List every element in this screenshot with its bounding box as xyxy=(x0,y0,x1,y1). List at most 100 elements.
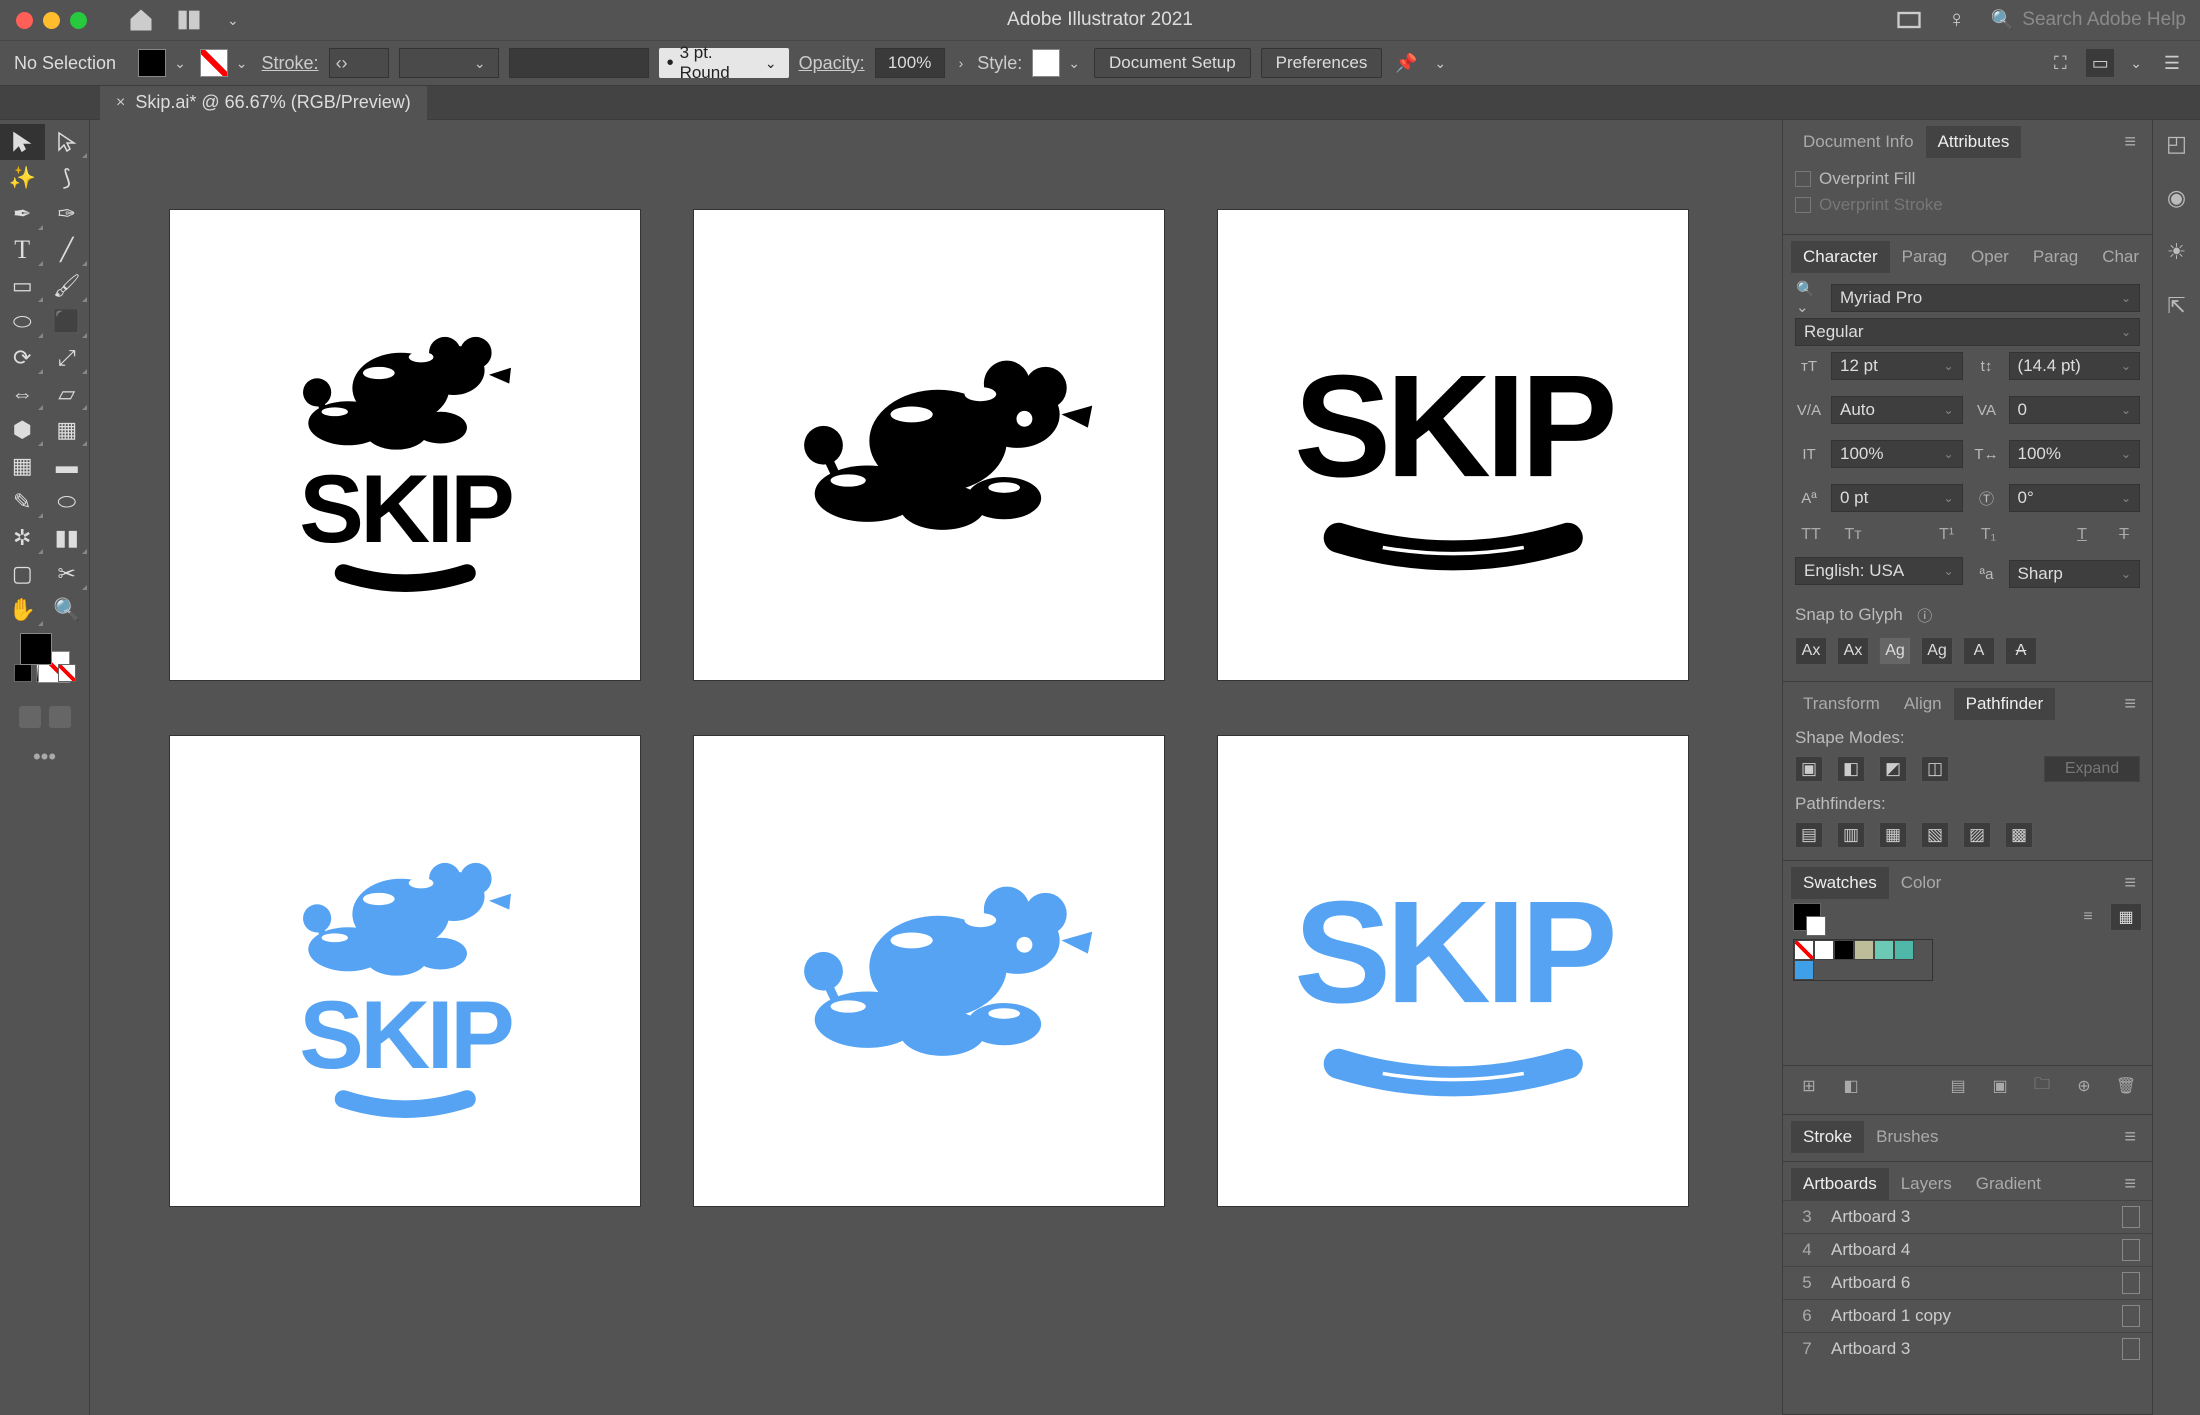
perspective-tool[interactable]: ▦ xyxy=(45,412,90,448)
scale-tool[interactable]: ⤢ xyxy=(45,340,90,376)
opacity-chevron[interactable]: › xyxy=(955,55,968,71)
snap-chev[interactable]: ⌄ xyxy=(2126,55,2146,72)
stroke-width-drop[interactable]: ⌄ xyxy=(399,48,499,78)
artboard-6[interactable]: SKIP xyxy=(1218,736,1688,1206)
cc-dock-icon[interactable]: ☀ xyxy=(2163,238,2191,266)
paintbrush-tool[interactable]: 🖌 xyxy=(45,268,90,304)
glyph-a[interactable]: A xyxy=(1963,637,1995,665)
curvature-tool[interactable]: ✑ xyxy=(45,196,90,232)
subscript-icon[interactable]: T₁ xyxy=(1973,521,2005,549)
line-tool[interactable]: ╱ xyxy=(45,232,90,268)
glyph-ax2[interactable]: Ax xyxy=(1837,637,1869,665)
pen-tool[interactable]: ✒ xyxy=(0,196,45,232)
stroke-label[interactable]: Stroke: xyxy=(262,53,319,74)
tab-charstyle[interactable]: Char xyxy=(2090,241,2151,273)
shape-builder-tool[interactable]: ⬢ xyxy=(0,412,45,448)
new-group-icon[interactable]: ▣ xyxy=(1984,1072,2016,1100)
eraser-tool[interactable]: ⬛ xyxy=(45,304,90,340)
font-family-field[interactable]: Myriad Pro⌄ xyxy=(1831,284,2140,312)
vp-drop-dark[interactable] xyxy=(509,48,649,78)
rotation-field[interactable]: 0°⌄ xyxy=(2009,484,2141,512)
tab-swatches[interactable]: Swatches xyxy=(1791,867,1889,899)
artboard-tool[interactable]: ▢ xyxy=(0,556,45,592)
smallcaps-icon[interactable]: Tᴛ xyxy=(1837,521,1869,549)
pin-icon[interactable]: 📌 xyxy=(1392,49,1420,77)
orientation-icon[interactable] xyxy=(2122,1206,2140,1228)
maximize-window[interactable] xyxy=(70,12,87,29)
artboard-3[interactable]: SKIP xyxy=(1218,210,1688,680)
slice-tool[interactable]: ✂ xyxy=(45,556,90,592)
close-tab-icon[interactable]: × xyxy=(116,94,125,112)
artboard-2[interactable] xyxy=(694,210,1164,680)
panel-menu-icon[interactable]: ≡ xyxy=(2116,693,2144,716)
search-box[interactable]: 🔍 Search Adobe Help xyxy=(1991,8,2186,32)
glyph-ag[interactable]: Ag xyxy=(1879,637,1911,665)
document-setup-button[interactable]: Document Setup xyxy=(1094,48,1251,78)
chevron-down-icon[interactable]: ⌄ xyxy=(223,12,243,29)
tab-opentype[interactable]: Oper xyxy=(1959,241,2021,273)
minimize-window[interactable] xyxy=(43,12,60,29)
language-field[interactable]: English: USA⌄ xyxy=(1795,557,1963,585)
tab-color[interactable]: Color xyxy=(1889,867,1954,899)
overprint-fill-checkbox[interactable] xyxy=(1795,171,1811,187)
intersect-button[interactable]: ◩ xyxy=(1879,756,1907,782)
artboard-row[interactable]: 6Artboard 1 copy xyxy=(1783,1299,2152,1332)
preferences-button[interactable]: Preferences xyxy=(1261,48,1383,78)
rotate-tool[interactable]: ⟳ xyxy=(0,340,45,376)
canvas[interactable]: SKIP SKIP xyxy=(90,120,1782,1415)
artboard-5[interactable] xyxy=(694,736,1164,1206)
pin-chev[interactable]: ⌄ xyxy=(1430,55,1450,72)
prefs-list-icon[interactable]: ☰ xyxy=(2158,49,2186,77)
tab-align[interactable]: Align xyxy=(1892,688,1954,720)
artboard-row[interactable]: 4Artboard 4 xyxy=(1783,1233,2152,1266)
direct-selection-tool[interactable] xyxy=(45,124,90,160)
swatch-grid[interactable] xyxy=(1793,939,1933,981)
edit-toolbar-icon[interactable]: ••• xyxy=(0,744,89,772)
tab-pathfinder[interactable]: Pathfinder xyxy=(1954,688,2056,720)
artboard-row[interactable]: 3Artboard 3 xyxy=(1783,1200,2152,1233)
baseline-field[interactable]: 0 pt⌄ xyxy=(1831,484,1963,512)
crop-button[interactable]: ▧ xyxy=(1921,822,1949,848)
swatch-kind-icon[interactable]: ◧ xyxy=(1835,1072,1867,1100)
width-tool[interactable]: ⇔ xyxy=(0,376,45,412)
tab-artboards[interactable]: Artboards xyxy=(1791,1168,1889,1200)
draw-mode-row[interactable] xyxy=(0,706,89,736)
lasso-tool[interactable]: ⟆ xyxy=(45,160,90,196)
symbol-sprayer-tool[interactable]: ✲ xyxy=(0,520,45,556)
orientation-icon[interactable] xyxy=(2122,1272,2140,1294)
shaper-tool[interactable]: ⬭ xyxy=(0,304,45,340)
glyph-astrike[interactable]: A xyxy=(2005,637,2037,665)
stroke-weight[interactable]: ‹› xyxy=(329,48,389,78)
outline-button[interactable]: ▨ xyxy=(1963,822,1991,848)
allcaps-icon[interactable]: TT xyxy=(1795,521,1827,549)
trim-button[interactable]: ▥ xyxy=(1837,822,1865,848)
font-size-field[interactable]: 12 pt⌄ xyxy=(1831,352,1963,380)
home-icon[interactable] xyxy=(127,6,155,34)
column-graph-tool[interactable]: ▮▮ xyxy=(45,520,90,556)
swatch-library-icon[interactable]: ⊞ xyxy=(1793,1072,1825,1100)
fill-stroke-swatch[interactable] xyxy=(0,628,89,688)
orientation-icon[interactable] xyxy=(2122,1338,2140,1360)
artboard-1[interactable]: SKIP xyxy=(170,210,640,680)
graphic-style[interactable]: ⌄ xyxy=(1032,49,1084,77)
glyph-ax[interactable]: Ax xyxy=(1795,637,1827,665)
vscale-field[interactable]: 100%⌄ xyxy=(1831,440,1963,468)
artboard-row[interactable]: 7Artboard 3 xyxy=(1783,1332,2152,1360)
tab-layers[interactable]: Layers xyxy=(1889,1168,1964,1200)
free-transform-tool[interactable]: ▱ xyxy=(45,376,90,412)
list-view-icon[interactable]: ≡ xyxy=(2072,903,2104,931)
tab-brushes[interactable]: Brushes xyxy=(1864,1121,1950,1153)
minus-front-button[interactable]: ◧ xyxy=(1837,756,1865,782)
leading-field[interactable]: (14.4 pt)⌄ xyxy=(2009,352,2141,380)
selection-tool[interactable] xyxy=(0,124,45,160)
divide-button[interactable]: ▤ xyxy=(1795,822,1823,848)
grid-view-icon[interactable]: ▦ xyxy=(2110,903,2142,931)
orientation-icon[interactable] xyxy=(2122,1305,2140,1327)
glyph-ag2[interactable]: Ag xyxy=(1921,637,1953,665)
panel-menu-icon[interactable]: ≡ xyxy=(2116,872,2144,895)
swatch-options-icon[interactable]: ▤ xyxy=(1942,1072,1974,1100)
new-swatch-icon[interactable]: ⊕ xyxy=(2068,1072,2100,1100)
tab-character[interactable]: Character xyxy=(1791,241,1890,273)
stroke-swatch[interactable]: ⌄ xyxy=(200,49,252,77)
strike-icon[interactable]: T xyxy=(2108,521,2140,549)
